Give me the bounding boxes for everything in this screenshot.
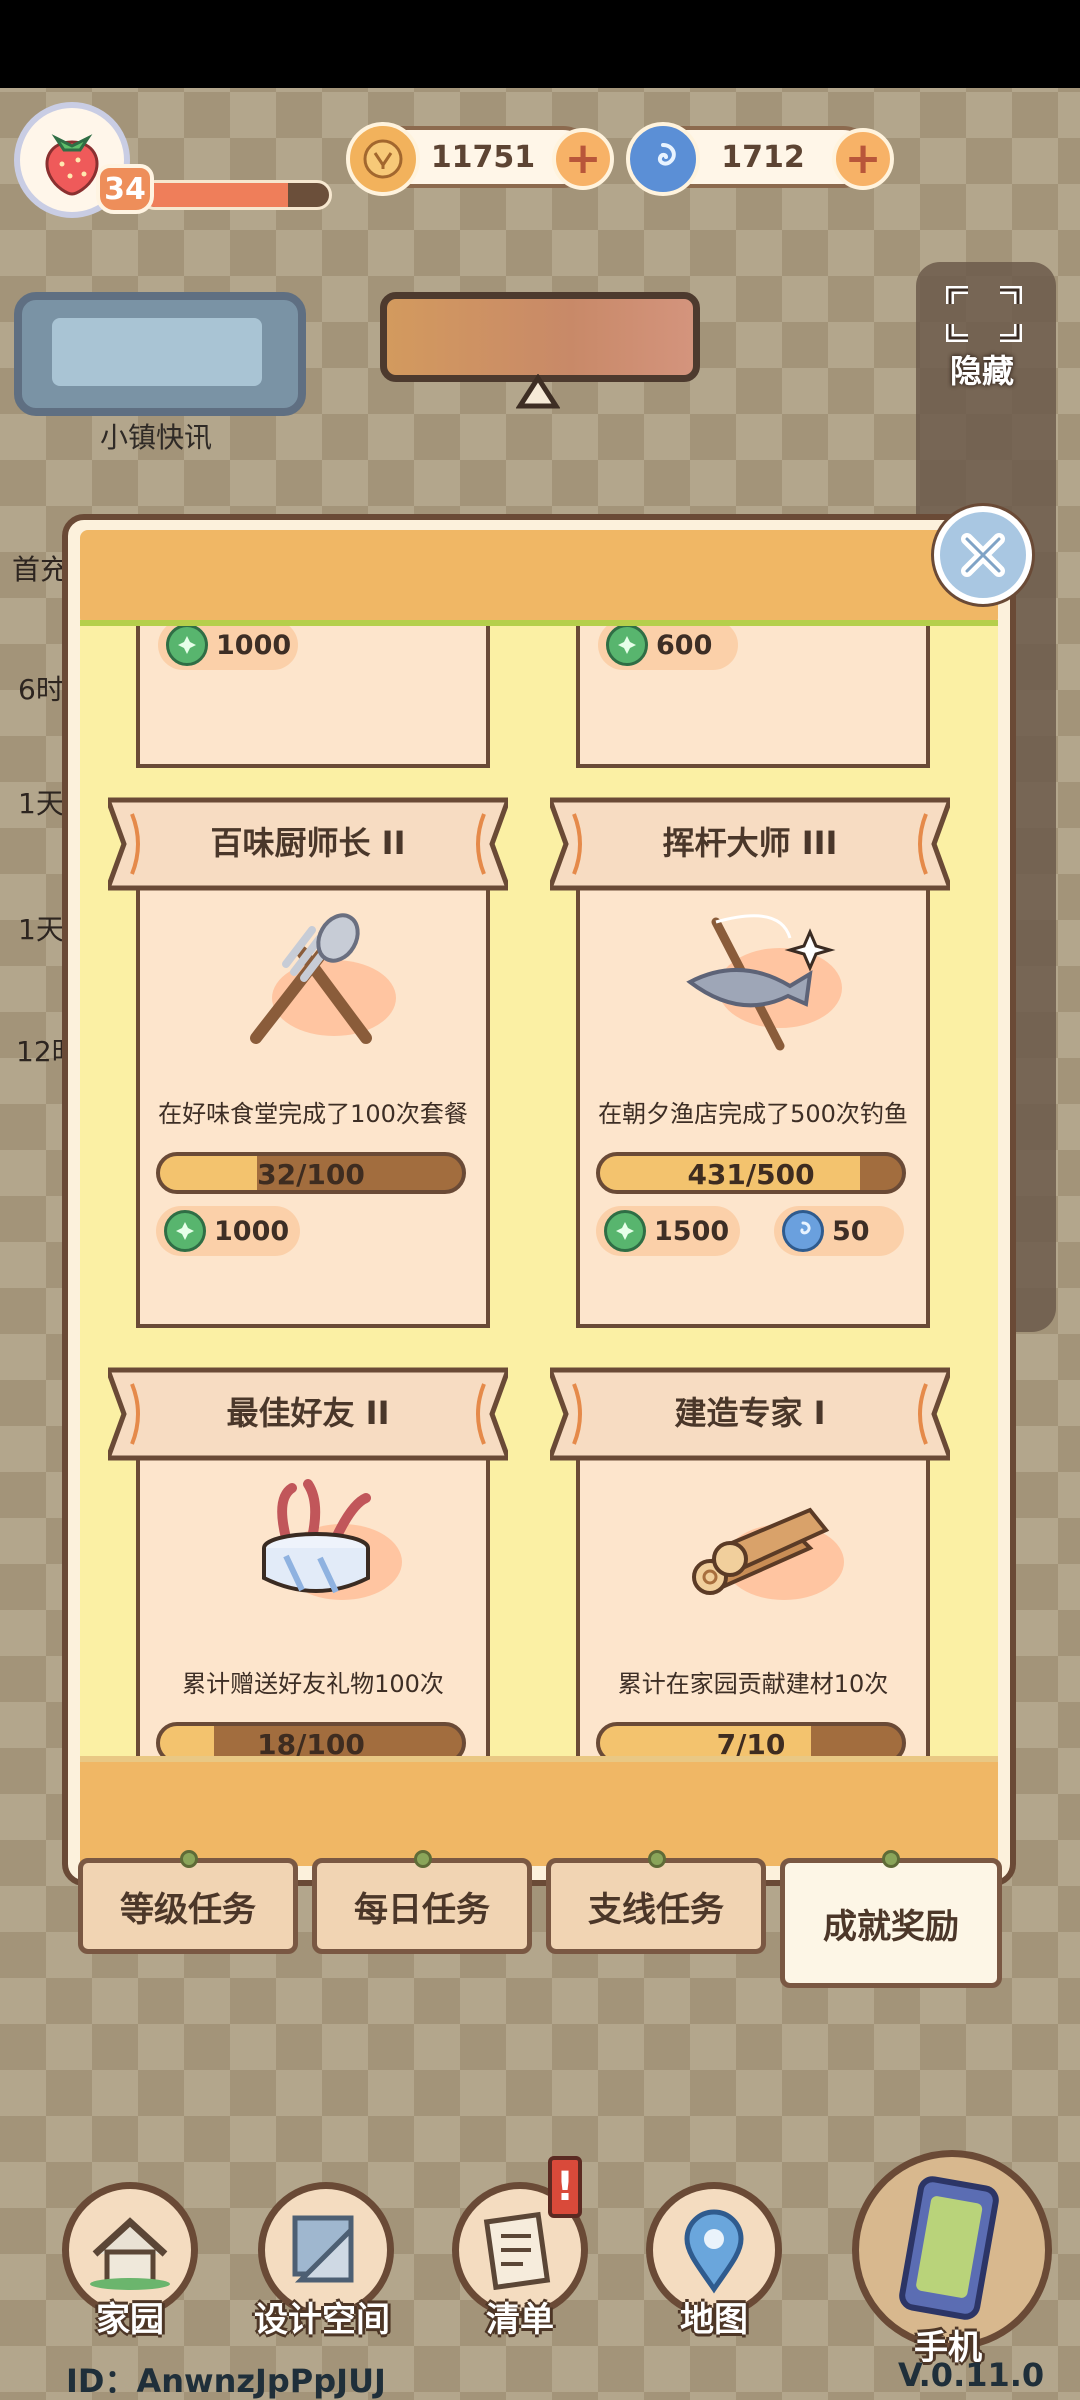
dialog-header [80,530,998,626]
achievement-description: 累计在家园贡献建材10次 [617,1670,889,1698]
tab-pin-icon [648,1850,666,1868]
nav-map-label: 地图 [680,2300,748,2340]
checklist-icon [483,2211,551,2290]
add-gold-button[interactable]: + [552,128,614,190]
left-peek-label-1: 首充 [12,553,69,586]
xp-progress-bar [140,180,332,210]
achievement-title: 最佳好友 II [226,1394,390,1432]
notification-alert-icon: ! [548,2156,582,2218]
left-peek-label-3: 1天 [18,787,64,820]
achievement-progress-bar: 32/100 [156,1152,466,1194]
reward-chip: 1000 [156,1206,300,1256]
level-badge: 34 [96,164,154,214]
achievement-title: 建造专家 I [674,1394,826,1432]
achievement-title: 挥杆大师 III [662,824,838,862]
tab-pin-icon [180,1850,198,1868]
achievement-list[interactable]: 1000 600 百味厨师长 II 在好味食堂完成了100次套餐 32/100 … [80,626,998,1756]
weather-pointer-icon [516,374,560,409]
achievement-progress-text: 32/100 [257,1158,365,1191]
blue-gem-amount: 1712 [721,139,805,175]
achievement-card-partial-left: 1000 [136,626,490,768]
status-bar [0,0,1080,88]
tab-level-tasks[interactable]: 等级任务 [78,1858,298,1954]
nav-home-label: 家园 [96,2300,164,2340]
reward-chip: 1000 [158,626,298,670]
tab-label: 等级任务 [120,1889,256,1930]
achievement-progress-text: 18/100 [257,1728,365,1756]
left-peek-label-4: 1天 [18,913,64,946]
fish-rod-icon [686,914,842,1051]
achievement-progress-bar: 431/500 [596,1152,906,1194]
achievement-title: 百味厨师长 II [210,824,406,862]
weather-banner[interactable] [380,292,700,382]
xp-progress-fill [143,183,289,207]
reward-amount: 600 [656,629,713,661]
fork-spoon-icon [250,913,396,1044]
home-icon [90,2217,170,2290]
achievement-progress-bar: 18/100 [156,1722,466,1756]
hide-frame-icon [946,286,1022,342]
tab-label: 支线任务 [588,1889,724,1930]
reward-amount: 1500 [654,1215,730,1247]
leaf-coin-icon [164,1210,206,1252]
reward-chip: 50 [774,1206,904,1256]
tab-label: 成就奖励 [823,1906,959,1947]
add-gem-button[interactable]: + [832,128,894,190]
player-id: ID：AnwnzJpPpJUJ [66,2362,386,2400]
hide-ui-button[interactable]: 隐藏 [950,346,1014,392]
reward-amount: 1000 [216,629,292,661]
close-icon [961,533,1005,577]
tab-label: 每日任务 [354,1889,490,1930]
achievement-progress-text: 7/10 [716,1728,786,1756]
leaf-coin-icon [606,626,648,666]
town-news-thumbnail[interactable] [14,292,306,416]
reward-chip: 600 [598,626,738,670]
achievement-description: 在朝夕渔店完成了500次钓鱼 [598,1100,908,1128]
tab-side-tasks[interactable]: 支线任务 [546,1858,766,1954]
left-peek-label-2: 6时 [18,673,64,706]
leaf-coin-icon [604,1210,646,1252]
coin-icon [346,122,420,196]
design-ruler-icon [292,2215,354,2283]
tab-achievement-rewards[interactable]: 成就奖励 [780,1858,1002,1988]
phone-icon [899,2176,999,2320]
nav-design-label: 设计空间 [254,2300,390,2340]
town-news-label: 小镇快讯 [100,421,213,454]
swirl-gem-icon [782,1210,824,1252]
gift-bowl-icon [262,1479,402,1600]
nav-checklist-label: 清单 [486,2300,554,2340]
tab-pin-icon [414,1850,432,1868]
map-pin-icon [684,2209,744,2294]
close-button[interactable] [934,506,1032,604]
gold-coin-amount: 11751 [430,139,536,175]
dialog-footer [80,1756,998,1866]
app-version: V.0.11.0 [898,2356,1045,2394]
tab-daily-tasks[interactable]: 每日任务 [312,1858,532,1954]
achievement-card-partial-right: 600 [576,626,930,768]
achievement-description: 在好味食堂完成了100次套餐 [158,1100,468,1128]
logs-icon [692,1507,844,1600]
leaf-coin-icon [166,626,208,666]
reward-amount: 50 [832,1215,870,1247]
reward-chip: 1500 [596,1206,740,1256]
swirl-gem-icon [626,122,700,196]
achievement-progress-text: 431/500 [687,1158,815,1191]
tab-pin-icon [882,1850,900,1868]
reward-amount: 1000 [214,1215,290,1247]
achievement-progress-bar: 7/10 [596,1722,906,1756]
achievement-description: 累计赠送好友礼物100次 [182,1670,444,1698]
